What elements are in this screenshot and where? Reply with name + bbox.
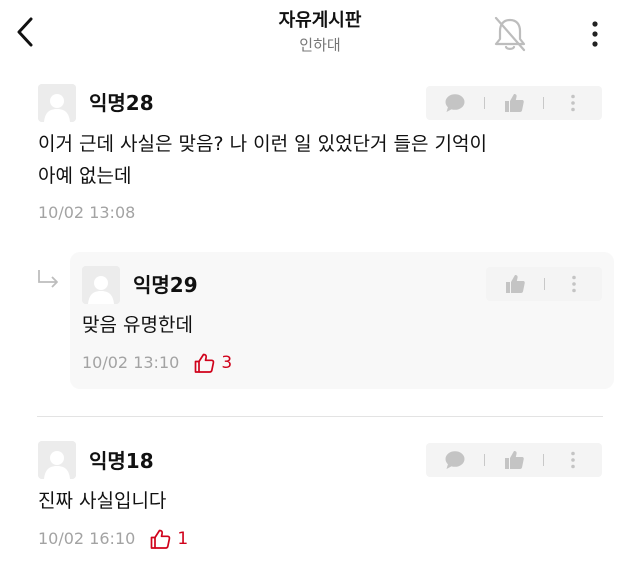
comment-meta: 10/02 13:10 3 [82,352,232,374]
comment-line: 맞음 유명한데 [82,314,193,336]
like-count: 3 [221,353,233,373]
comment-body: 맞음 유명한데 [82,309,193,341]
like-button[interactable] [499,269,531,299]
comment-more-button[interactable] [557,445,589,475]
notification-toggle-button[interactable] [488,12,532,56]
comment-nickname: 익명18 [89,449,154,473]
avatar [38,441,76,479]
thumbs-up-icon [505,275,525,293]
action-separator [543,97,545,109]
comment-actions [426,86,602,120]
comment-body: 진짜 사실입니다 [38,485,166,517]
comment-actions [426,443,602,477]
default-avatar-icon [38,84,76,122]
comment-meta: 10/02 13:08 [38,202,135,224]
speech-bubble-icon [445,94,465,112]
comment-line: 이거 근데 사실은 맞음? 나 이런 일 있었단거 들은 기억이 [38,133,488,155]
comment-nickname: 익명29 [133,273,198,297]
action-separator [543,454,545,466]
comment-more-button[interactable] [557,88,589,118]
reply-arrow-icon [38,270,58,288]
title-block: 자유게시판 인하대 [0,9,640,55]
comment-time: 10/02 16:10 [38,529,136,548]
like-button[interactable] [498,445,530,475]
more-options-button[interactable] [580,14,610,54]
more-vertical-icon [571,94,576,112]
more-vertical-icon [592,21,598,47]
comment-meta: 10/02 16:10 1 [38,528,188,550]
like-count: 1 [177,529,189,549]
avatar [82,266,120,304]
action-separator [543,278,545,290]
comment-line: 아예 없는데 [38,165,132,187]
action-separator [483,454,485,466]
comment-nickname: 익명28 [89,91,154,115]
reply-button[interactable] [439,88,471,118]
bell-off-icon [494,16,526,52]
comment-time: 10/02 13:10 [82,353,180,372]
comment-actions [486,267,602,301]
like-outline-icon [193,352,215,374]
school-subtitle: 인하대 [299,36,341,54]
board-title: 자유게시판 [278,10,362,31]
comment-body: 이거 근데 사실은 맞음? 나 이런 일 있었단거 들은 기억이 아예 없는데 [38,128,608,192]
like-outline-icon [149,528,171,550]
action-separator [483,97,485,109]
default-avatar-icon [38,441,76,479]
comment-line: 진짜 사실입니다 [38,490,167,512]
default-avatar-icon [82,266,120,304]
more-vertical-icon [571,275,576,293]
thumbs-up-icon [504,94,524,112]
more-vertical-icon [571,451,576,469]
thumbs-up-icon [504,451,524,469]
avatar [38,84,76,122]
reply-button[interactable] [439,445,471,475]
comment-time: 10/02 13:08 [38,203,136,222]
comment-divider [37,416,603,417]
top-bar: 자유게시판 인하대 [0,0,640,66]
like-button[interactable] [498,88,530,118]
reply-comment-item: 익명29 맞음 유명한데 10/02 13:10 3 [70,252,614,389]
comment-more-button[interactable] [558,269,590,299]
speech-bubble-icon [445,451,465,469]
